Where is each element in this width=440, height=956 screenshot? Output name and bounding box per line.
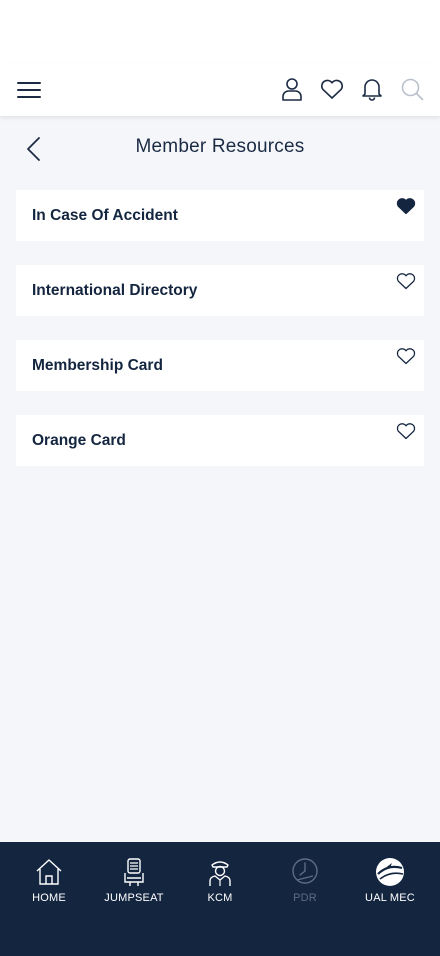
search-icon[interactable] [399, 76, 425, 102]
nav-label-home: HOME [32, 892, 66, 904]
resource-card-label: International Directory [32, 282, 198, 299]
heart-outline-icon[interactable] [396, 347, 416, 365]
resource-card-label: In Case Of Accident [32, 207, 178, 224]
nav-label-ual-mec: UAL MEC [365, 892, 415, 904]
user-profile-icon[interactable] [279, 76, 305, 102]
favorites-heart-icon[interactable] [319, 76, 345, 102]
heart-outline-icon[interactable] [396, 422, 416, 440]
page-title: Member Resources [135, 136, 305, 157]
jumpseat-icon [124, 858, 144, 886]
nav-label-pdr: PDR [293, 892, 317, 904]
nav-item-home[interactable]: HOME [9, 856, 89, 912]
heart-filled-icon[interactable] [396, 197, 416, 215]
resource-card[interactable]: International Directory [16, 265, 424, 316]
notifications-bell-icon[interactable] [359, 76, 385, 102]
nav-item-jumpseat[interactable]: JUMPSEAT [94, 856, 174, 912]
resource-card-label: Orange Card [32, 432, 126, 449]
status-bar-area [0, 0, 440, 64]
hamburger-menu-icon[interactable] [16, 77, 42, 103]
resource-card[interactable]: Membership Card [16, 340, 424, 391]
nav-item-pdr[interactable]: PDR [265, 856, 345, 912]
home-icon [36, 859, 62, 885]
nav-item-ual-mec[interactable]: UAL MEC [350, 856, 430, 912]
resource-card[interactable]: Orange Card [16, 415, 424, 466]
pdr-icon [292, 858, 318, 884]
ual-mec-logo-icon [376, 858, 404, 886]
nav-item-kcm[interactable]: KCM [180, 856, 260, 912]
pilot-icon [209, 861, 231, 886]
bottom-navigation: HOME JUMPSEAT KCM PDR UAL MEC [0, 842, 440, 956]
heart-outline-icon[interactable] [396, 272, 416, 290]
nav-label-jumpseat: JUMPSEAT [104, 892, 164, 904]
top-app-bar [0, 64, 440, 116]
resource-card[interactable]: In Case Of Accident [16, 190, 424, 241]
page-header: Member Resources [0, 126, 440, 172]
nav-label-kcm: KCM [207, 892, 233, 904]
resource-card-label: Membership Card [32, 357, 163, 374]
